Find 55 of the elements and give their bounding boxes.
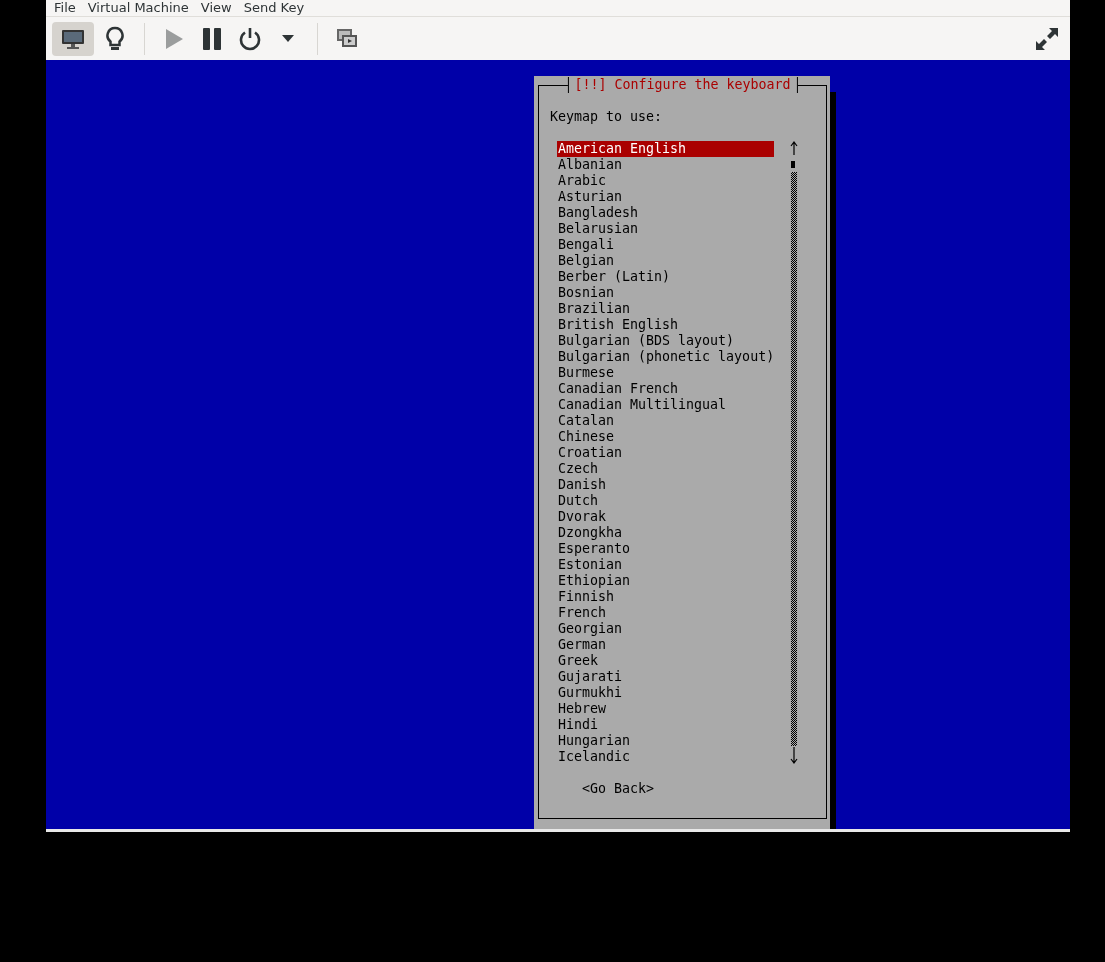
keymap-option[interactable]: Belarusian <box>557 221 774 237</box>
caret-icon <box>282 34 294 43</box>
power-icon <box>238 26 262 51</box>
pause-icon <box>202 27 222 50</box>
menu-item[interactable]: Send Key <box>237 0 311 16</box>
keymap-option[interactable]: Gujarati <box>557 669 774 685</box>
keymap-option[interactable]: Bulgarian (phonetic layout) <box>557 349 774 365</box>
keymap-option[interactable]: Arabic <box>557 173 774 189</box>
menu-item[interactable]: View <box>194 0 238 16</box>
keymap-option[interactable]: Dzongkha <box>557 525 774 541</box>
keymap-option[interactable]: Greek <box>557 653 774 669</box>
keymap-option[interactable]: Estonian <box>557 557 774 573</box>
keymap-option[interactable]: Berber (Latin) <box>557 269 774 285</box>
keymap-option[interactable]: Dvorak <box>557 509 774 525</box>
keymap-option[interactable]: Canadian French <box>557 381 774 397</box>
keymap-option[interactable]: Hebrew <box>557 701 774 717</box>
keymap-option[interactable]: Croatian <box>557 445 774 461</box>
keymap-option[interactable]: Canadian Multilingual <box>557 397 774 413</box>
keymap-option[interactable]: French <box>557 605 774 621</box>
keymap-option[interactable]: Esperanto <box>557 541 774 557</box>
monitor-button[interactable] <box>52 21 94 56</box>
keymap-option[interactable]: Asturian <box>557 189 774 205</box>
keymap-option[interactable]: American English <box>557 141 774 157</box>
play-icon <box>164 27 184 50</box>
keymap-option[interactable]: Belgian <box>557 253 774 269</box>
keymap-option[interactable]: Gurmukhi <box>557 685 774 701</box>
keymap-option[interactable]: Catalan <box>557 413 774 429</box>
keymap-option[interactable]: Dutch <box>557 493 774 509</box>
prompt-label: Keymap to use: <box>550 109 664 125</box>
menu-item[interactable]: Virtual Machine <box>81 0 195 16</box>
lightbulb-icon <box>105 25 125 52</box>
keymap-option[interactable]: Bengali <box>557 237 774 253</box>
keymap-option[interactable]: Albanian <box>557 157 774 173</box>
keymap-option[interactable]: Bangladesh <box>557 205 774 221</box>
keymap-option[interactable]: Bulgarian (BDS layout) <box>557 333 774 349</box>
monitor-icon <box>61 27 85 50</box>
menu-item[interactable]: File <box>48 0 82 16</box>
keymap-option[interactable]: German <box>557 637 774 653</box>
keymap-option[interactable]: Finnish <box>557 589 774 605</box>
keymap-option[interactable]: Hindi <box>557 717 774 733</box>
keymap-option[interactable]: Icelandic <box>557 749 774 765</box>
keymap-option[interactable]: Ethiopian <box>557 573 774 589</box>
keymap-option[interactable]: Bosnian <box>557 285 774 301</box>
expand-icon <box>1034 25 1060 52</box>
keymap-option[interactable]: Hungarian <box>557 733 774 749</box>
keymap-option[interactable]: Brazilian <box>557 301 774 317</box>
screens-icon <box>336 27 358 50</box>
keymap-option[interactable]: Danish <box>557 477 774 493</box>
keymap-option[interactable]: Georgian <box>557 621 774 637</box>
dialog-title: [!!] Configure the keyboard <box>567 77 798 93</box>
keymap-option[interactable]: Czech <box>557 461 774 477</box>
go-back-button[interactable]: <Go Back> <box>582 781 655 796</box>
keymap-option[interactable]: British English <box>557 317 774 333</box>
keymap-option[interactable]: Burmese <box>557 365 774 381</box>
keymap-option[interactable]: Chinese <box>557 429 774 445</box>
